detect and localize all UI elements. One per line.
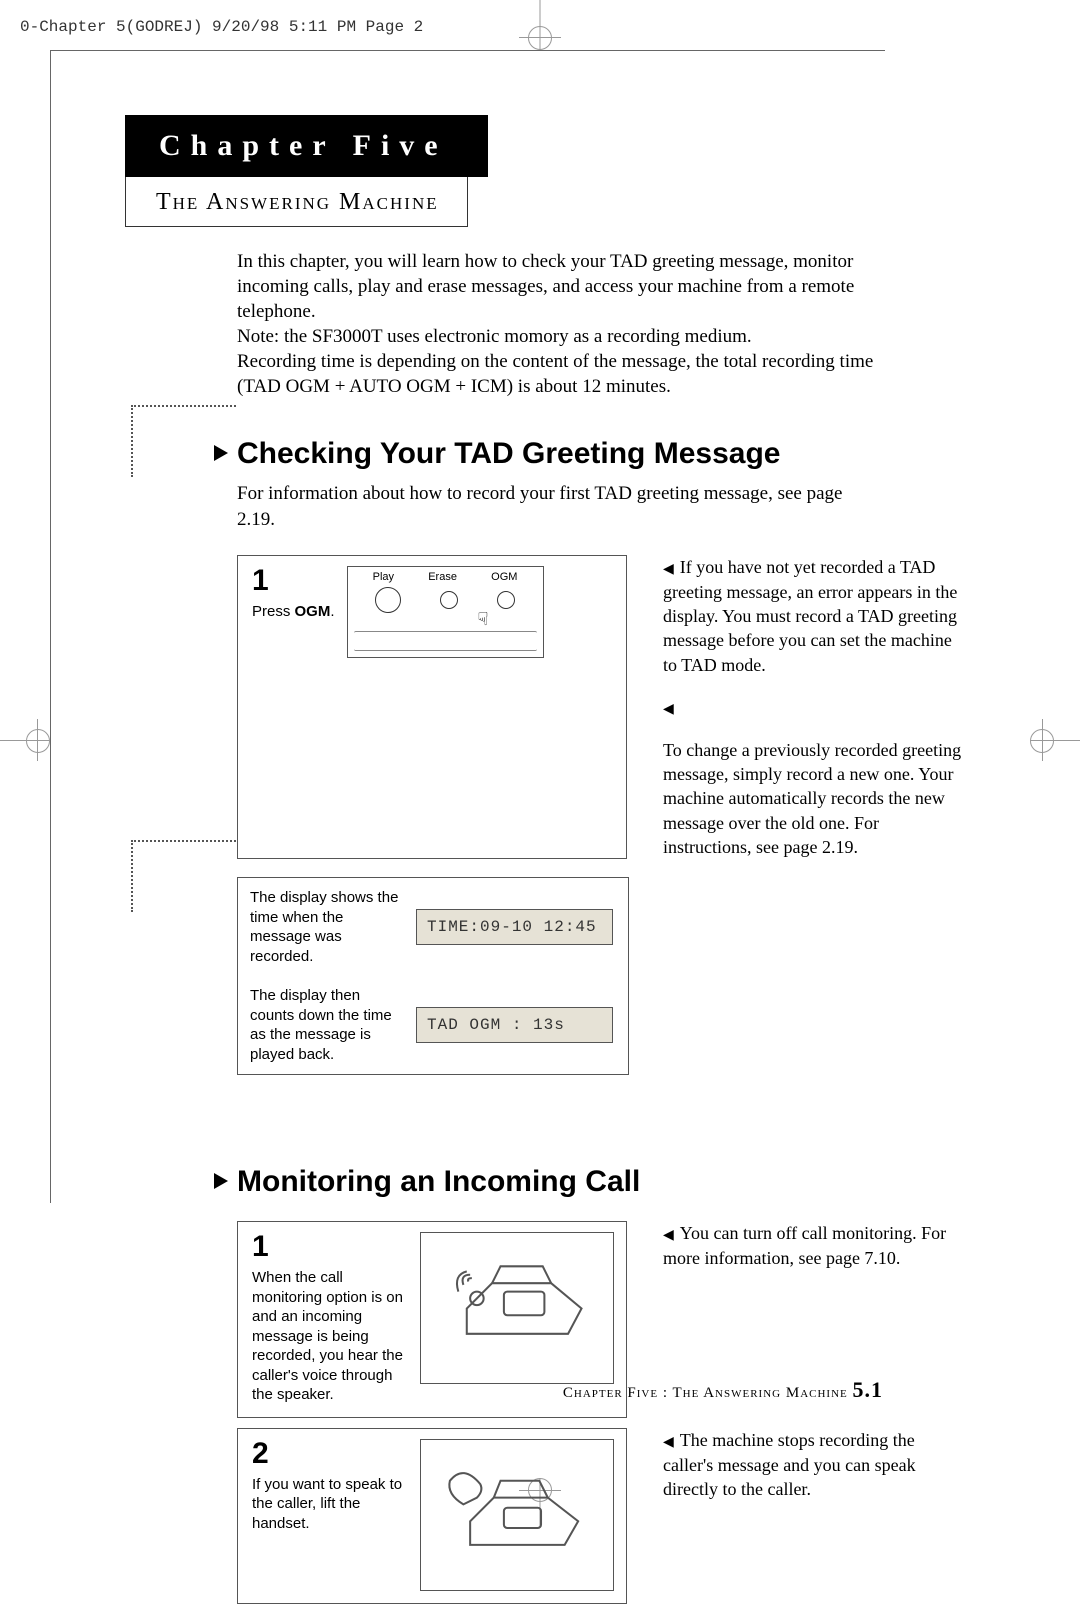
step-box: 2 If you want to speak to the caller, li…: [237, 1428, 627, 1604]
chapter-title-bar: Chapter Five: [125, 115, 488, 177]
panel-label: Erase: [428, 571, 457, 583]
crop-circle-top: [528, 26, 552, 50]
display-row-label: The display then counts down the time as…: [250, 986, 400, 1064]
footer-text: Chapter Five : The Answering Machine: [563, 1385, 853, 1401]
bleed-line-left: [50, 50, 51, 1203]
print-header: 0-Chapter 5(GODREJ) 9/20/98 5:11 PM Page…: [20, 18, 423, 36]
side-note: If you have not yet recorded a TAD greet…: [663, 555, 963, 677]
intro-line: In this chapter, you will learn how to c…: [237, 251, 854, 322]
intro-text: In this chapter, you will learn how to c…: [237, 249, 877, 399]
step-box: 1 Press OGM. Play Erase OGM: [237, 555, 627, 859]
panel-label: Play: [373, 571, 394, 583]
step-instruction: If you want to speak to the caller, lift…: [252, 1475, 406, 1534]
dotted-leader: [131, 405, 236, 477]
section-subtext: For information about how to record your…: [237, 481, 877, 532]
crop-mark-top-h: [519, 37, 561, 38]
side-note: ◀: [663, 695, 963, 720]
chapter-subtitle: The Answering Machine: [125, 177, 468, 227]
panel-button-icon: [440, 591, 458, 609]
lcd-slot-icon: [354, 631, 537, 651]
intro-line: Note: the SF3000T uses electronic momory…: [237, 326, 752, 347]
step-number: 2: [252, 1439, 406, 1469]
section-heading: Monitoring an Incoming Call: [237, 1165, 945, 1199]
intro-line: Recording time is depending on the conte…: [237, 351, 873, 397]
display-row-label: The display shows the time when the mess…: [250, 888, 400, 966]
step-instruction: Press OGM.: [252, 602, 335, 622]
section-heading: Checking Your TAD Greeting Message: [237, 437, 945, 471]
page-footer: Chapter Five : The Answering Machine 5.1: [0, 1377, 1080, 1403]
panel-button-icon: [375, 587, 401, 613]
crop-circle-right: [1030, 729, 1054, 753]
step-number: 1: [252, 1232, 406, 1262]
lcd-readout: TAD OGM : 13s: [416, 1007, 613, 1043]
display-table: The display shows the time when the mess…: [237, 877, 629, 1075]
step-number: 1: [252, 566, 335, 596]
panel-label: OGM: [491, 571, 517, 583]
crop-circle-left: [26, 729, 50, 753]
step-text-bold: OGM: [295, 603, 331, 620]
device-panel-illustration: Play Erase OGM ☟: [347, 566, 544, 658]
fax-handset-illustration: [420, 1439, 614, 1591]
step-text-post: .: [330, 603, 334, 620]
fax-illustration: [420, 1232, 614, 1384]
lcd-readout: TIME:09-10 12:45: [416, 909, 613, 945]
panel-button-icon: [497, 591, 515, 609]
step-text-pre: Press: [252, 603, 295, 620]
side-note: To change a previously recorded greeting…: [663, 738, 963, 859]
side-note: The machine stops recording the caller's…: [663, 1428, 963, 1604]
dotted-leader: [131, 840, 236, 912]
bleed-line-top: [50, 50, 885, 51]
page-number: 5.1: [853, 1377, 884, 1402]
pointer-hand-icon: ☟: [478, 609, 489, 630]
